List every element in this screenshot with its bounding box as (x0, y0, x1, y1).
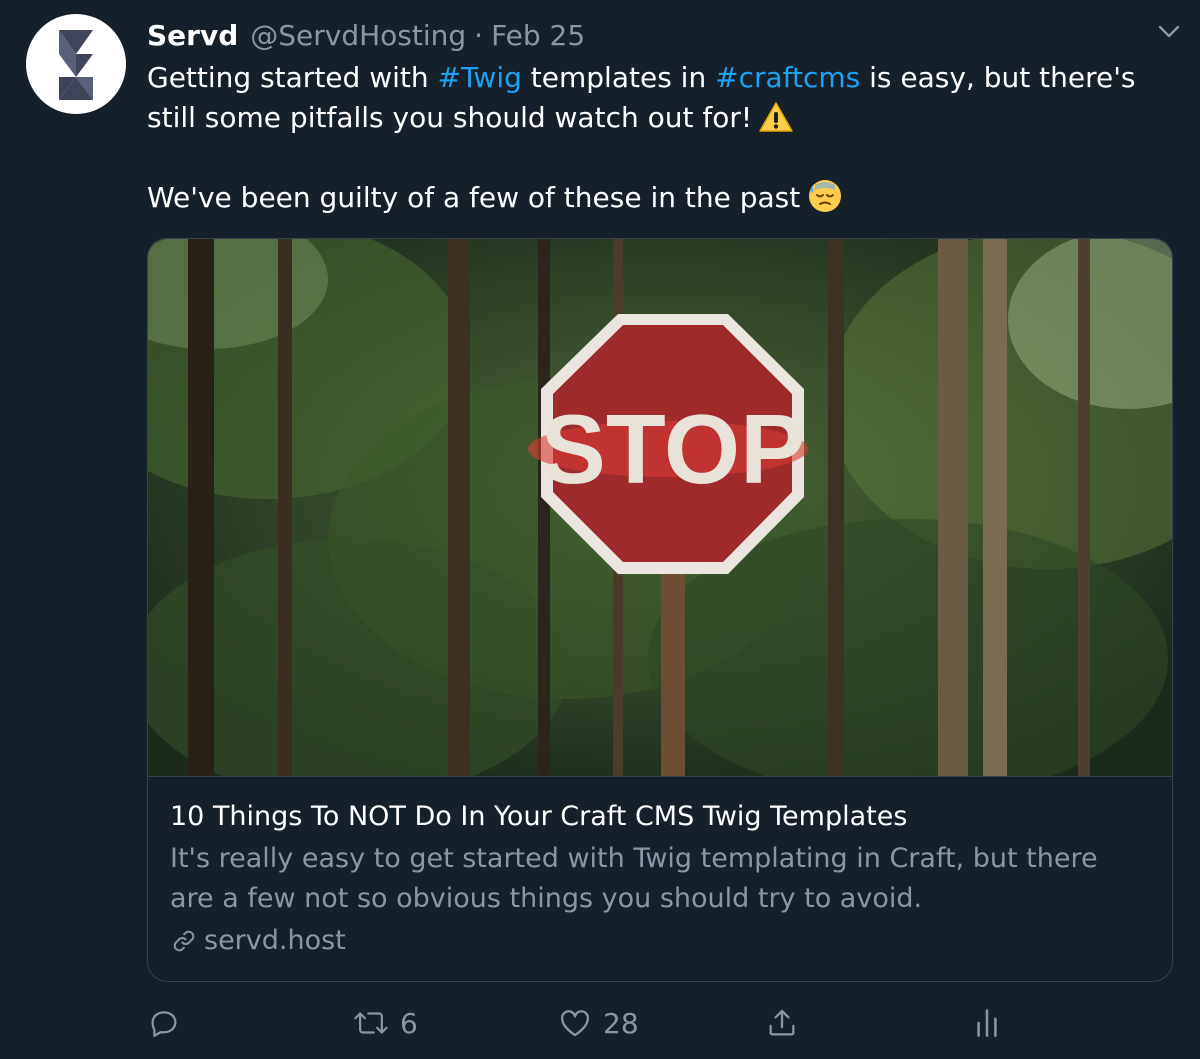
analytics-button[interactable] (973, 1006, 1001, 1040)
card-body: 10 Things To NOT Do In Your Craft CMS Tw… (148, 777, 1172, 961)
chevron-down-icon[interactable] (1156, 22, 1182, 42)
separator-dot: · (474, 18, 484, 52)
card-domain[interactable]: servd.host (170, 921, 1150, 961)
card-domain-text: servd.host (204, 925, 346, 956)
retweet-icon (354, 1012, 388, 1034)
share-icon (769, 1009, 795, 1036)
tweet-date[interactable]: Feb 25 (491, 19, 585, 52)
card-title[interactable]: 10 Things To NOT Do In Your Craft CMS Tw… (170, 799, 1150, 835)
card-image[interactable]: STOP (148, 239, 1172, 777)
link-card[interactable]: STOP 10 Things To NOT Do In Your Craft C… (147, 238, 1173, 982)
tweet-text: Getting started with #Twig templates in … (147, 58, 1177, 218)
reply-button[interactable] (147, 1006, 191, 1040)
tweet-actions: 6 28 (147, 1006, 1027, 1046)
stop-sign-text: STOP (540, 394, 805, 504)
card-description: It's really easy to get started with Twi… (170, 843, 1098, 914)
tweet-text-part: templates in (521, 61, 716, 94)
hashtag-twig[interactable]: #Twig (438, 61, 522, 94)
like-count: 28 (603, 1006, 639, 1040)
tweet-paragraph-2: We've been guilty of a few of these in t… (147, 177, 1177, 218)
link-icon (173, 930, 195, 952)
reply-icon (151, 1011, 177, 1037)
tweet-header: Servd @ServdHosting · Feb 25 (147, 16, 585, 54)
like-icon (561, 1010, 589, 1037)
author-handle[interactable]: @ServdHosting (250, 19, 466, 52)
stop-sign-forest-photo: STOP (148, 239, 1172, 776)
share-button[interactable] (764, 1006, 800, 1040)
tweet-text-part: Getting started with (147, 61, 438, 94)
avatar[interactable] (26, 14, 126, 114)
servd-logo (59, 30, 93, 100)
analytics-icon (977, 1009, 997, 1037)
hashtag-craftcms[interactable]: #craftcms (715, 61, 860, 94)
retweet-button[interactable]: 6 (352, 1006, 418, 1040)
sweat-emoji (809, 180, 842, 212)
author-name[interactable]: Servd (147, 19, 238, 52)
warning-emoji (759, 102, 793, 132)
like-button[interactable]: 28 (557, 1006, 639, 1040)
tweet-paragraph-1: Getting started with #Twig templates in … (147, 58, 1177, 138)
tweet-text-part: We've been guilty of a few of these in t… (147, 181, 801, 214)
retweet-count: 6 (400, 1006, 418, 1040)
